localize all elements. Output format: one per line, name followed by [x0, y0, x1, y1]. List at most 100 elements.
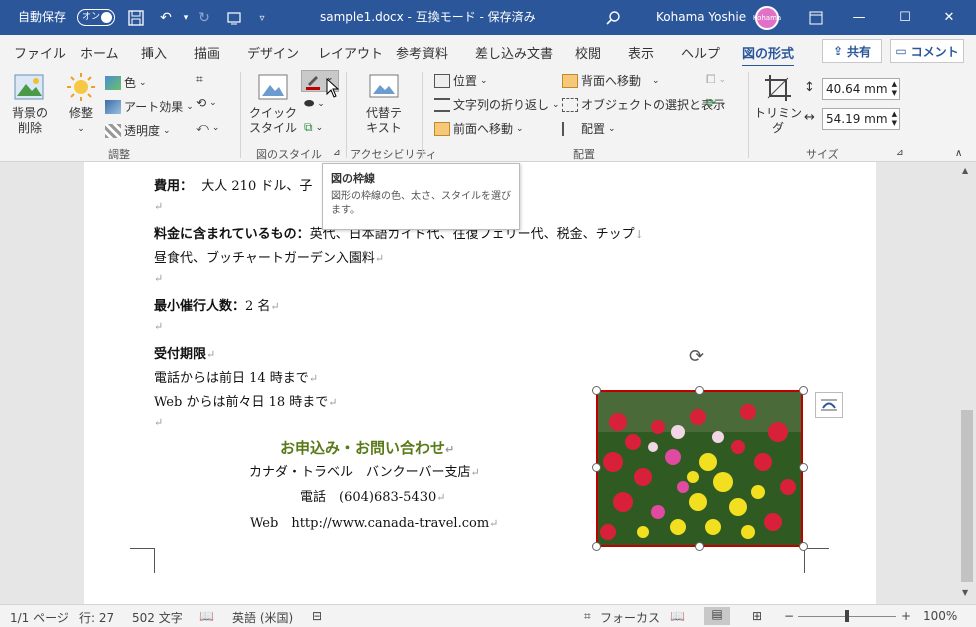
rotate-button[interactable]: ⟳ ⌄ — [706, 96, 727, 110]
tab-home[interactable]: ホーム — [80, 43, 119, 62]
close-icon[interactable]: ✕ — [926, 0, 972, 35]
resize-handle-ne[interactable] — [799, 386, 808, 395]
minimize-icon[interactable]: — — [836, 0, 882, 35]
compress-icon: ⌗ — [196, 72, 203, 86]
resize-handle-e[interactable] — [799, 463, 808, 472]
autosave-toggle[interactable]: オン — [77, 9, 115, 26]
picture-border-tooltip: 図の枠線 図形の枠線の色、太さ、スタイルを選びます。 — [322, 163, 520, 230]
print-layout-icon[interactable]: ▤ — [704, 607, 730, 625]
zoom-out-icon[interactable]: − — [784, 609, 794, 623]
tab-view[interactable]: 表示 — [628, 43, 654, 62]
width-input[interactable]: 54.19 mm ▲ ▼ — [822, 108, 900, 130]
styles-dialog-launcher-icon[interactable]: ⊿ — [333, 148, 341, 158]
tab-layout[interactable]: レイアウト — [318, 43, 383, 62]
comment-button[interactable]: ▭ コメント — [890, 39, 964, 63]
touch-mode-icon[interactable] — [224, 8, 244, 28]
alt-text-button[interactable] — [369, 74, 399, 103]
reset-picture-button[interactable]: ⤺ ⌄ — [196, 120, 219, 135]
user-name[interactable]: Kohama Yoshie — [656, 0, 746, 35]
group-dropdown-icon: ⌄ — [718, 74, 727, 85]
group-objects-button[interactable]: ⧠ ⌄ — [706, 72, 726, 87]
line-number[interactable]: 行: 27 — [79, 609, 114, 626]
resize-handle-n[interactable] — [695, 386, 704, 395]
height-input[interactable]: 40.64 mm ▲ ▼ — [822, 78, 900, 100]
bring-forward-icon — [434, 121, 450, 136]
picture-effects-button[interactable]: ⬬ ⌄ — [304, 96, 325, 111]
resize-handle-se[interactable] — [799, 542, 808, 551]
size-dialog-launcher-icon[interactable]: ⊿ — [896, 148, 904, 158]
layout-options-button[interactable] — [815, 392, 843, 418]
bring-forward-button[interactable]: 前面へ移動 ⌄ — [434, 120, 524, 137]
wrap-text-button[interactable]: 文字列の折り返し ⌄ — [434, 96, 560, 113]
tab-mailings[interactable]: 差し込み文書 — [475, 43, 553, 62]
customize-qat-icon[interactable]: ▿ — [252, 8, 272, 28]
group-label-arrange: 配置 — [573, 148, 595, 161]
contact-branch-line: カナダ・トラベル バンクーバー支店↵ — [249, 465, 480, 480]
undo-icon[interactable]: ↶ — [156, 8, 176, 28]
tab-help[interactable]: ヘルプ — [681, 43, 720, 62]
tab-picture-format[interactable]: 図の形式 — [742, 43, 795, 68]
focus-icon[interactable]: ⌗ — [584, 609, 591, 624]
resize-handle-nw[interactable] — [592, 386, 601, 395]
change-picture-button[interactable]: ⟲ ⌄ — [196, 96, 217, 110]
remove-background-button[interactable] — [14, 74, 44, 105]
align-dropdown-icon: ⌄ — [608, 123, 616, 134]
macro-icon[interactable]: ⊟ — [312, 609, 322, 623]
vertical-scrollbar[interactable]: ▲ ▼ — [958, 162, 976, 604]
zoom-slider-thumb[interactable] — [845, 610, 849, 622]
focus-label[interactable]: フォーカス — [600, 609, 660, 626]
resize-handle-sw[interactable] — [592, 542, 601, 551]
tab-insert[interactable]: 挿入 — [141, 43, 167, 62]
artistic-effects-button[interactable]: アート効果 ⌄ — [105, 98, 194, 115]
zoom-in-icon[interactable]: + — [901, 609, 911, 623]
color-button[interactable]: 色 ⌄ — [105, 74, 147, 91]
redo-icon[interactable]: ↻ — [194, 8, 214, 28]
cost-label: 費用： — [154, 179, 194, 194]
save-icon[interactable] — [126, 8, 146, 28]
tab-review[interactable]: 校閲 — [575, 43, 601, 62]
user-avatar[interactable]: Kohama — [753, 6, 781, 30]
contact-web: Web http://www.canada-travel.com — [250, 516, 490, 531]
send-backward-button[interactable]: 背面へ移動 ⌄ — [562, 72, 660, 89]
tab-draw[interactable]: 描画 — [194, 43, 220, 62]
width-icon: ↔ — [804, 110, 815, 125]
min-label: 最小催行人数： — [154, 299, 246, 314]
picture-layout-button[interactable]: ⧉ ⌄ — [304, 120, 323, 135]
search-icon[interactable] — [603, 8, 623, 28]
scroll-thumb[interactable] — [961, 410, 973, 582]
scroll-up-icon[interactable]: ▲ — [962, 166, 968, 175]
proofing-icon[interactable]: 📖 — [199, 609, 214, 623]
zoom-level[interactable]: 100% — [923, 609, 957, 623]
included-line-2: 昼食代、ブッチャートガーデン入園料↵ — [154, 251, 385, 266]
selection-pane-icon — [562, 97, 578, 112]
scroll-down-icon[interactable]: ▼ — [962, 588, 968, 597]
corrections-button[interactable] — [66, 72, 96, 105]
read-mode-icon[interactable]: 📖 — [670, 609, 685, 623]
tab-file[interactable]: ファイル — [14, 43, 66, 62]
transparency-button[interactable]: 透明度 ⌄ — [105, 122, 171, 139]
web-layout-icon[interactable]: ⊞ — [752, 609, 762, 623]
flower-picture[interactable] — [596, 390, 803, 547]
resize-handle-s[interactable] — [695, 542, 704, 551]
compress-pictures-button[interactable]: ⌗ — [196, 72, 203, 87]
maximize-icon[interactable]: ☐ — [882, 0, 928, 35]
page-count[interactable]: 1/1 ページ — [10, 609, 69, 626]
tab-references[interactable]: 参考資料 — [396, 43, 448, 62]
height-spinner-icon[interactable]: ▲ ▼ — [892, 80, 897, 98]
undo-dropdown-icon[interactable]: ▾ — [176, 8, 196, 28]
quick-styles-button[interactable] — [258, 74, 288, 103]
resize-handle-w[interactable] — [592, 463, 601, 472]
selection-pane-button[interactable]: オブジェクトの選択と表示 — [562, 96, 725, 113]
ribbon-display-options-icon[interactable] — [806, 8, 826, 28]
rotate-handle-icon[interactable]: ⟳ — [689, 346, 704, 367]
position-button[interactable]: 位置 ⌄ — [434, 72, 488, 89]
share-button[interactable]: ⇪ 共有 — [822, 39, 882, 63]
language[interactable]: 英語 (米国) — [232, 609, 293, 626]
align-button[interactable]: 配置 ⌄ — [562, 120, 616, 137]
collapse-ribbon-icon[interactable]: ∧ — [955, 148, 962, 159]
tab-design[interactable]: デザイン — [247, 43, 299, 62]
word-count[interactable]: 502 文字 — [132, 609, 183, 626]
width-spinner-icon[interactable]: ▲ ▼ — [892, 110, 897, 128]
group-label-size: サイズ — [806, 148, 839, 161]
crop-button[interactable] — [764, 74, 792, 105]
